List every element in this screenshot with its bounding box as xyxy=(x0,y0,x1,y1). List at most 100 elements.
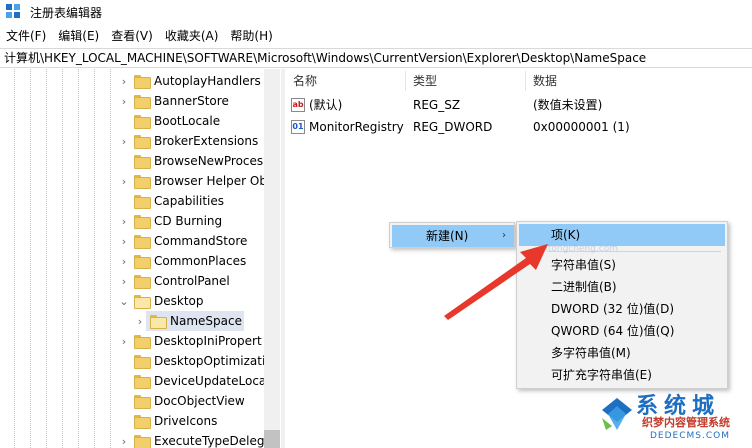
folder-icon xyxy=(134,115,151,129)
chevron-down-icon[interactable]: ⌄ xyxy=(118,291,130,311)
submenu-item-binary-value[interactable]: 二进制值(B) xyxy=(519,276,725,298)
watermark-faint-url: xitongcheng.com xyxy=(540,244,618,254)
folder-icon xyxy=(134,235,151,249)
tree-item-commandstore[interactable]: › CommandStore xyxy=(0,231,264,251)
tree-item-browsenewprocess[interactable]: BrowseNewProces xyxy=(0,151,264,171)
folder-icon xyxy=(134,155,151,169)
folder-open-icon xyxy=(134,295,151,309)
folder-icon xyxy=(134,135,151,149)
value-type: REG_SZ xyxy=(413,98,461,112)
folder-open-icon xyxy=(150,315,167,329)
folder-icon xyxy=(134,215,151,229)
menu-edit[interactable]: 编辑(E) xyxy=(52,26,105,46)
dword-value-icon: 01 xyxy=(291,120,305,134)
chevron-right-icon[interactable]: › xyxy=(118,211,130,231)
chevron-right-icon[interactable]: › xyxy=(118,71,130,91)
value-row-monitorregistry[interactable]: 01 MonitorRegistry REG_DWORD 0x00000001 … xyxy=(285,117,752,137)
watermark-subtitle: 织梦内容管理系统 xyxy=(642,416,730,429)
folder-icon xyxy=(134,195,151,209)
title-bar: 注册表编辑器 xyxy=(0,0,752,24)
chevron-right-icon[interactable]: › xyxy=(118,251,130,271)
tree-item-controlpanel[interactable]: › ControlPanel xyxy=(0,271,264,291)
regedit-app-icon xyxy=(6,4,22,20)
tree-item-label: DriveIcons xyxy=(154,414,218,428)
submenu-item-qword-value[interactable]: QWORD (64 位)值(Q) xyxy=(519,320,725,342)
folder-icon xyxy=(134,395,151,409)
tree-item-bootlocale[interactable]: BootLocale xyxy=(0,111,264,131)
tree-item-label: ControlPanel xyxy=(154,274,230,288)
tree-item-label: DeviceUpdateLoca xyxy=(154,374,267,388)
chevron-right-icon[interactable]: › xyxy=(118,271,130,291)
tree-item-label: CommandStore xyxy=(154,234,248,248)
tree-item-label: CommonPlaces xyxy=(154,254,247,268)
tree-item-desktopiniproperty[interactable]: › DesktopIniPropert xyxy=(0,331,264,351)
tree-item-bannerstore[interactable]: › BannerStore xyxy=(0,91,264,111)
submenu-item-dword-value[interactable]: DWORD (32 位)值(D) xyxy=(519,298,725,320)
folder-icon xyxy=(134,95,151,109)
watermark: 系统城 织梦内容管理系统 DEDECMS.COM xyxy=(596,394,752,448)
tree-item-label: NameSpace xyxy=(170,314,242,328)
column-header-data[interactable]: 数据 xyxy=(525,69,725,93)
tree-item-label: BootLocale xyxy=(154,114,221,128)
window-title: 注册表编辑器 xyxy=(30,5,103,20)
chevron-right-icon[interactable]: › xyxy=(118,131,130,151)
chevron-right-icon[interactable]: › xyxy=(118,331,130,351)
tree-item-browser-helper-objects[interactable]: › Browser Helper Ob xyxy=(0,171,267,191)
tree-item-label: BrokerExtensions xyxy=(154,134,259,148)
tree-item-desktop[interactable]: ⌄ Desktop xyxy=(0,291,264,311)
folder-icon xyxy=(134,375,151,389)
tree-item-autoplayhandlers[interactable]: › AutoplayHandlers xyxy=(0,71,264,91)
watermark-url: DEDECMS.COM xyxy=(650,431,730,441)
tree-item-label: AutoplayHandlers xyxy=(154,74,261,88)
menu-favorites[interactable]: 收藏夹(A) xyxy=(159,26,225,46)
value-type: REG_DWORD xyxy=(413,120,493,134)
menu-view[interactable]: 查看(V) xyxy=(105,26,159,46)
menu-bar: 文件(F) 编辑(E) 查看(V) 收藏夹(A) 帮助(H) xyxy=(0,26,752,46)
chevron-right-icon[interactable]: › xyxy=(118,91,130,111)
tree-item-label: DesktopIniPropert xyxy=(154,334,262,348)
tree-item-namespace[interactable]: › NameSpace xyxy=(0,311,264,331)
menu-file[interactable]: 文件(F) xyxy=(0,26,52,46)
value-name: (默认) xyxy=(309,98,343,112)
folder-icon xyxy=(134,415,151,429)
tree-item-deviceupdatelocation[interactable]: DeviceUpdateLoca xyxy=(0,371,267,391)
chevron-right-icon[interactable]: › xyxy=(118,231,130,251)
context-menu-new[interactable]: 新建(N) › xyxy=(392,225,514,247)
tree-item-brokerextensions[interactable]: › BrokerExtensions xyxy=(0,131,264,151)
tree-item-label: Capabilities xyxy=(154,194,224,208)
tree-item-label: Desktop xyxy=(154,294,204,308)
value-name: MonitorRegistry xyxy=(309,120,404,134)
tree-item-label: ExecuteTypeDelega xyxy=(154,434,272,448)
chevron-right-icon[interactable]: › xyxy=(118,431,130,448)
tree-item-docobjectview[interactable]: DocObjectView xyxy=(0,391,264,411)
menu-help[interactable]: 帮助(H) xyxy=(224,26,278,46)
tree-item-label: Browser Helper Ob xyxy=(154,174,267,188)
chevron-right-icon[interactable]: › xyxy=(134,311,146,331)
submenu-item-multi-string-value[interactable]: 多字符串值(M) xyxy=(519,342,725,364)
column-header-name[interactable]: 名称 xyxy=(285,69,405,93)
folder-icon xyxy=(134,175,151,189)
folder-icon xyxy=(134,275,151,289)
tree-item-desktopoptimization[interactable]: DesktopOptimizati xyxy=(0,351,265,371)
address-bar[interactable]: 计算机\HKEY_LOCAL_MACHINE\SOFTWARE\Microsof… xyxy=(0,48,752,68)
tree-item-cd-burning[interactable]: › CD Burning xyxy=(0,211,264,231)
string-value-icon: ab xyxy=(291,98,305,112)
key-tree-pane: › AutoplayHandlers › BannerStore BootLoc… xyxy=(0,69,280,448)
value-data: (数值未设置) xyxy=(533,98,603,112)
tree-item-capabilities[interactable]: Capabilities xyxy=(0,191,264,211)
submenu-item-string-value[interactable]: 字符串值(S) xyxy=(519,254,725,276)
tree-item-executetypedelegates[interactable]: › ExecuteTypeDelega xyxy=(0,431,272,448)
submenu-item-key[interactable]: 项(K) xyxy=(519,224,725,246)
tree-item-driveicons[interactable]: DriveIcons xyxy=(0,411,264,431)
tree-scrollbar[interactable] xyxy=(264,69,280,448)
chevron-right-icon[interactable]: › xyxy=(118,171,130,191)
folder-icon xyxy=(134,335,151,349)
column-header-type[interactable]: 类型 xyxy=(405,69,525,93)
tree-item-commonplaces[interactable]: › CommonPlaces xyxy=(0,251,264,271)
submenu-arrow-icon: › xyxy=(502,230,506,241)
submenu-item-expandable-string-value[interactable]: 可扩充字符串值(E) xyxy=(519,364,725,386)
tree-scrollbar-thumb[interactable] xyxy=(264,430,280,448)
context-menu-new-label: 新建(N) xyxy=(426,229,469,243)
value-row-default[interactable]: ab (默认) REG_SZ (数值未设置) xyxy=(285,95,752,115)
tree-item-label: CD Burning xyxy=(154,214,223,228)
